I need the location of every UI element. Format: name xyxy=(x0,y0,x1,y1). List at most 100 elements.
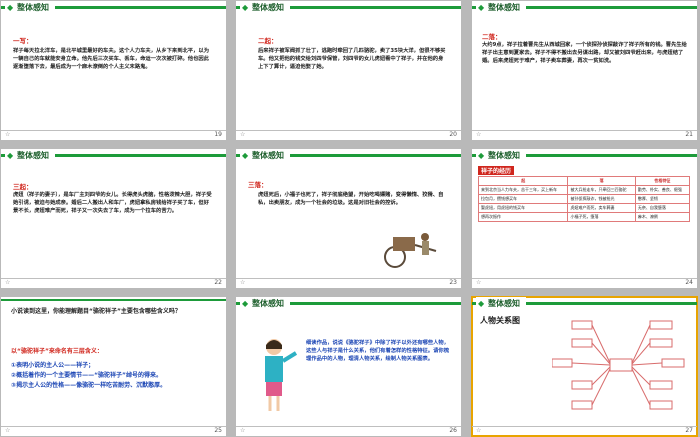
table-cell: 娶虎妞，用虎妞的钱买车 xyxy=(477,203,569,213)
slide-title: 整体感知 xyxy=(5,1,55,14)
relation-node xyxy=(552,358,573,368)
table-row: 想再次振作 小福子死，堕落 麻木、潦倒 xyxy=(477,212,691,222)
slide-footer: ☆ 20 xyxy=(236,130,461,140)
relation-node xyxy=(649,380,673,390)
slide-title: 整体感知 xyxy=(476,1,526,14)
slide-title: 整体感知 xyxy=(240,149,290,162)
slide-number: 21 xyxy=(685,131,693,138)
star-icon[interactable]: ☆ xyxy=(240,279,245,286)
slide-footer: ☆ 21 xyxy=(472,130,697,140)
answer-lead-text: 以“骆驼祥子”来命名有三层含义： xyxy=(11,348,103,355)
slide-title: 整体感知 xyxy=(240,1,290,14)
slide-number: 24 xyxy=(685,279,693,286)
slide-body-text: 细读作品，说说《骆驼祥子》中除了祥子以外还有哪些人物，这些人与祥子是什么关系，他… xyxy=(306,340,450,363)
star-icon[interactable]: ☆ xyxy=(476,131,481,138)
section-label: 三起： xyxy=(13,183,33,191)
table-cell: 麻木、潦倒 xyxy=(634,212,691,222)
table-cell: 想再次振作 xyxy=(477,212,569,222)
slide-footer: ☆ 27 xyxy=(472,426,697,436)
slide-header: 整体感知 xyxy=(1,1,226,15)
slide-thumbnail-27[interactable]: 整体感知 人物关系图 xyxy=(471,296,698,437)
center-node xyxy=(609,358,633,372)
table-cell: 来到北京当人力车夫，苦干三年，买上新车 xyxy=(477,185,569,195)
slide-body-text: 大约9点，祥子拉着曹先生从西城回家，一个侦探孙侦探敲诈了祥子所有的钱。曹先生给祥… xyxy=(482,42,687,65)
star-icon[interactable]: ☆ xyxy=(476,279,481,286)
star-icon[interactable]: ☆ xyxy=(476,427,481,434)
slide-title: 整体感知 xyxy=(476,149,526,162)
answer-item: ①表明小说的主人公——祥子； xyxy=(11,362,95,369)
slide-thumbnail-23[interactable]: 整体感知 三落： 虎妞死后，小福子也死了，祥子彻底绝望，开始吃喝嫖赌，变得懒惰、… xyxy=(236,149,461,288)
answer-list: ①表明小说的主人公——祥子； ②概括着作的一个主要情节——“骆驼祥子”绰号的得来… xyxy=(11,361,216,391)
slide-footer: ☆ 25 xyxy=(1,426,226,436)
slide-title: 整体感知 xyxy=(240,297,290,310)
slide-number: 22 xyxy=(214,279,222,286)
slide-thumbnail-24[interactable]: 整体感知 祥子的经历 起 落 性格特征 来到北京当人力车夫，苦干三年，买上新车 … xyxy=(472,149,697,288)
slide-header: 整体感知 xyxy=(236,297,461,311)
relation-node xyxy=(649,400,673,410)
relation-node xyxy=(649,338,673,348)
section-label: 二起： xyxy=(258,37,278,45)
star-icon[interactable]: ☆ xyxy=(5,427,10,434)
slide-number: 26 xyxy=(449,427,457,434)
table-header: 落 xyxy=(567,176,636,186)
table-cell: 小福子死，堕落 xyxy=(567,212,636,222)
section-label: 三落： xyxy=(248,181,268,189)
relation-node xyxy=(661,358,685,368)
slide-number: 27 xyxy=(685,427,693,434)
slide-header: 整体感知 xyxy=(1,149,226,163)
relation-node xyxy=(649,320,673,330)
table-cell: 憨厚、坚韧 xyxy=(634,194,691,204)
slide-body-text: 虎妞死后，小福子也死了，祥子彻底绝望，开始吃喝嫖赌，变得懒惰、狡猾、自私，出卖朋… xyxy=(258,192,444,207)
section-label: 一写： xyxy=(13,37,33,45)
table-row: 拉包月，攒钱想买车 被孙侦探敲诈，钱被抢光 憨厚、坚韧 xyxy=(477,194,691,204)
star-icon[interactable]: ☆ xyxy=(240,427,245,434)
slide-body-text: 虎妞（祥子的妻子），是车厂主刘四爷的女儿。长得虎头虎脑，性格泼辣大胆，祥子受她引… xyxy=(13,192,212,215)
table-row: 来到北京当人力车夫，苦干三年，买上新车 被大兵抢走车，只牵回三匹骆驼 勤劳、朴实… xyxy=(477,185,691,195)
slide-thumbnail-25[interactable]: 小说读到这里，你能理解题目“骆驼祥子”主要包含哪些含义吗？ 以“骆驼祥子”来命名… xyxy=(1,297,226,436)
table-header: 性格特征 xyxy=(634,176,691,186)
slide-thumbnail-22[interactable]: 整体感知 三起： 虎妞（祥子的妻子），是车厂主刘四爷的女儿。长得虎头虎脑，性格泼… xyxy=(1,149,226,288)
answer-item: ②概括着作的一个主要情节——“骆驼祥子”绰号的得来。 xyxy=(11,372,162,379)
table-cell: 无奈、自我堕落 xyxy=(634,203,691,213)
relationship-diagram xyxy=(552,320,685,410)
slide-header: 整体感知 xyxy=(236,149,461,163)
teacher-illustration xyxy=(265,339,298,411)
table-header: 起 xyxy=(477,176,569,186)
slide-sorter-grid: 整体感知 一写： 祥子每天拉北洋车，是北平城里最好的车夫。这个人力车夫，从乡下来… xyxy=(0,0,700,437)
section-label: 二落： xyxy=(482,33,502,41)
slide-body-text: 后来祥子被军阀抓了壮丁，逃跑时牵回了几匹骆驼，卖了35块大洋，但很不够买车。他又… xyxy=(258,48,446,71)
slide-header: 整体感知 xyxy=(472,1,697,15)
table-header-row: 起 落 性格特征 xyxy=(477,176,691,186)
slide-thumbnail-19[interactable]: 整体感知 一写： 祥子每天拉北洋车，是北平城里最好的车夫。这个人力车夫，从乡下来… xyxy=(1,1,226,140)
table-cell: 虎妞难产而死，卖车葬妻 xyxy=(567,203,636,213)
slide-footer: ☆ 23 xyxy=(236,278,461,288)
relation-node xyxy=(571,380,593,390)
rickshaw-illustration xyxy=(384,233,437,268)
answer-lead: 以“骆驼祥子”来命名有三层含义： xyxy=(11,347,103,357)
slide-footer: ☆ 26 xyxy=(236,426,461,436)
table-cell: 勤劳、朴实、善良、倔强 xyxy=(634,185,691,195)
star-icon[interactable]: ☆ xyxy=(5,131,10,138)
table-cell: 被大兵抢走车，只牵回三匹骆驼 xyxy=(567,185,636,195)
experience-table: 起 落 性格特征 来到北京当人力车夫，苦干三年，买上新车 被大兵抢走车，只牵回三… xyxy=(477,176,691,222)
slide-header: 整体感知 xyxy=(472,297,697,311)
slide-body-text: 祥子每天拉北洋车，是北平城里最好的车夫。这个人力车夫，从乡下来到北平，以为一辆自… xyxy=(13,48,209,71)
slide-thumbnail-20[interactable]: 整体感知 二起： 后来祥子被军阀抓了壮丁，逃跑时牵回了几匹骆驼，卖了35块大洋，… xyxy=(236,1,461,140)
slide-thumbnail-21[interactable]: 整体感知 二落： 大约9点，祥子拉着曹先生从西城回家，一个侦探孙侦探敲诈了祥子所… xyxy=(472,1,697,140)
table-subtitle: 祥子的经历 xyxy=(478,166,515,175)
diagram-subtitle: 人物关系图 xyxy=(480,316,520,325)
relation-node xyxy=(571,400,593,410)
slide-footer: ☆ 19 xyxy=(1,130,226,140)
slide-title: 整体感知 xyxy=(5,149,55,162)
slide-number: 20 xyxy=(449,131,457,138)
answer-item: ③揭示主人公的性格——像骆驼一样吃苦耐劳、沉默憨厚。 xyxy=(11,382,167,389)
star-icon[interactable]: ☆ xyxy=(240,131,245,138)
slide-footer: ☆ 22 xyxy=(1,278,226,288)
relation-node xyxy=(571,320,593,330)
slide-number: 25 xyxy=(214,427,222,434)
slide-footer: ☆ 24 xyxy=(472,278,697,288)
table-cell: 拉包月，攒钱想买车 xyxy=(477,194,569,204)
slide-thumbnail-26[interactable]: 整体感知 细读作品，说说《骆驼祥子》中除了祥子以外还有哪些人物，这些人与祥子是什… xyxy=(236,297,461,436)
star-icon[interactable]: ☆ xyxy=(5,279,10,286)
slide-number: 23 xyxy=(449,279,457,286)
